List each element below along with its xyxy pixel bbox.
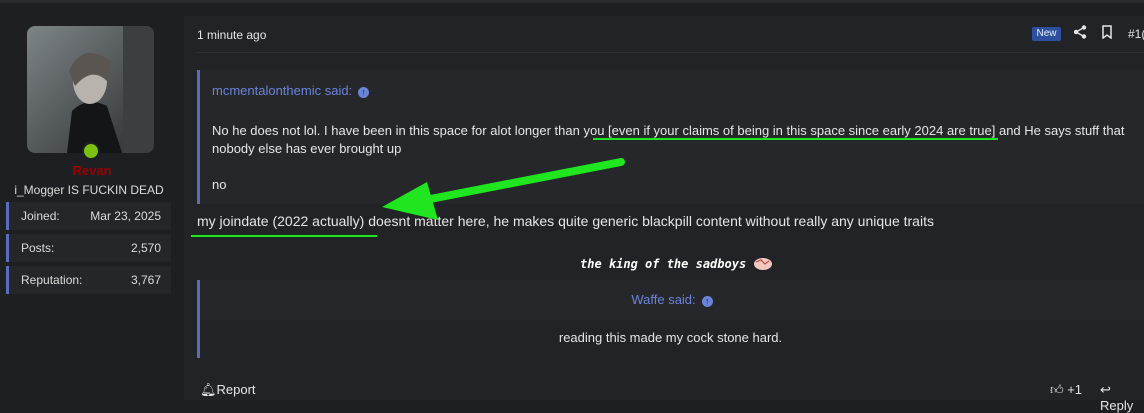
arrow-head-annotation (382, 182, 438, 220)
annotation-overlay (191, 138, 998, 237)
reply-label: Reply (1100, 398, 1134, 413)
arrow-annotation (416, 158, 625, 205)
